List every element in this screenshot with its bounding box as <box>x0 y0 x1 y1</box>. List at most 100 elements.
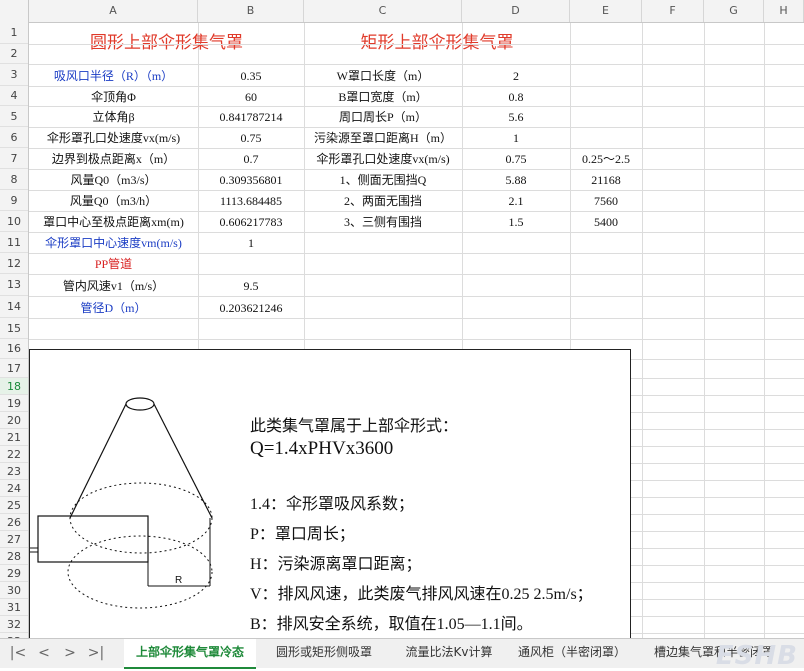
rect-param-label[interactable]: 伞形罩孔口处速度vx(m/s) <box>304 149 462 170</box>
round-param-label[interactable]: 风量Q0（m3/h） <box>29 191 198 212</box>
rect-param-value[interactable]: 2.1 <box>462 191 570 212</box>
row-header-26[interactable]: 26 <box>0 514 28 531</box>
round-param-label[interactable]: 伞顶角Φ <box>29 87 198 107</box>
row-header-6[interactable]: 6 <box>0 127 28 148</box>
rect-param-label[interactable]: 3、三侧有围挡 <box>304 212 462 233</box>
row-header-29[interactable]: 29 <box>0 565 28 582</box>
round-param-value[interactable]: 0.7 <box>198 149 304 170</box>
rect-param-label[interactable]: W罩口长度（m） <box>304 65 462 87</box>
row-header-2[interactable]: 2 <box>0 44 28 64</box>
column-header-h[interactable]: H <box>764 0 804 22</box>
row-header-30[interactable]: 30 <box>0 582 28 599</box>
round-param-label[interactable]: 风量Q0（m3/s） <box>29 170 198 191</box>
row-header-16[interactable]: 16 <box>0 339 28 359</box>
row-header-25[interactable]: 25 <box>0 497 28 514</box>
column-header-a[interactable]: A <box>29 0 198 22</box>
row-header-28[interactable]: 28 <box>0 548 28 565</box>
round-param-label[interactable]: 管径D（m） <box>29 297 198 319</box>
column-header-b[interactable]: B <box>198 0 304 22</box>
row-header-27[interactable]: 27 <box>0 531 28 548</box>
round-param-label[interactable]: 管内风速v1（m/s） <box>29 275 198 297</box>
round-param-label[interactable]: 边界到极点距离x（m） <box>29 149 198 170</box>
row-header-12[interactable]: 12 <box>0 253 28 274</box>
round-param-value[interactable]: 1 <box>198 233 304 254</box>
rect-param-value[interactable]: 1.5 <box>462 212 570 233</box>
row-header-20[interactable]: 20 <box>0 412 28 429</box>
column-header-c[interactable]: C <box>304 0 462 22</box>
row-header-5[interactable]: 5 <box>0 106 28 127</box>
round-param-value[interactable]: 0.309356801 <box>198 170 304 191</box>
round-param-value[interactable]: 60 <box>198 87 304 107</box>
round-param-value[interactable]: 0.841787214 <box>198 107 304 128</box>
rect-param-label[interactable]: B罩口宽度（m） <box>304 87 462 107</box>
column-header-e[interactable]: E <box>570 0 642 22</box>
row-header-18[interactable]: 18 <box>0 378 28 395</box>
round-param-label[interactable]: 伞形罩孔口处速度vx(m/s) <box>29 128 198 149</box>
sheet-tab[interactable]: 通风柜（半密闭罩） <box>512 639 632 667</box>
sheet-tab[interactable]: 流量比法Kv计算 <box>390 639 508 667</box>
first-sheet-icon[interactable]: |< <box>8 643 28 663</box>
round-param-label[interactable]: 立体角β <box>29 107 198 128</box>
row-header-3[interactable]: 3 <box>0 64 28 86</box>
select-all-corner[interactable] <box>0 0 29 22</box>
sheet-tab[interactable]: 圆形或矩形侧吸罩 <box>262 639 386 667</box>
hood-diagram-image[interactable]: R 此类集气罩属于上部伞形式： Q=1.4xPHVx3600 1.4：伞形罩吸风… <box>29 349 631 639</box>
rect-param-value[interactable]: 0.8 <box>462 87 570 107</box>
column-header-g[interactable]: G <box>704 0 764 22</box>
row-header-8[interactable]: 8 <box>0 169 28 190</box>
row-header-7[interactable]: 7 <box>0 148 28 169</box>
round-param-value[interactable] <box>198 254 304 275</box>
round-hood-title[interactable]: 圆形上部伞形集气罩 <box>29 29 304 57</box>
row-header-13[interactable]: 13 <box>0 274 28 296</box>
row-header-23[interactable]: 23 <box>0 463 28 480</box>
rect-param-label[interactable]: 2、两面无围挡 <box>304 191 462 212</box>
rect-param-extra[interactable] <box>570 87 642 107</box>
row-header-21[interactable]: 21 <box>0 429 28 446</box>
row-header-11[interactable]: 11 <box>0 232 28 253</box>
prev-sheet-icon[interactable]: < <box>34 643 54 663</box>
rect-param-label[interactable]: 周口周长P（m） <box>304 107 462 128</box>
row-header-9[interactable]: 9 <box>0 190 28 211</box>
next-sheet-icon[interactable]: > <box>60 643 80 663</box>
rect-param-extra[interactable]: 7560 <box>570 191 642 212</box>
row-header-19[interactable]: 19 <box>0 395 28 412</box>
rect-param-value[interactable]: 0.75 <box>462 149 570 170</box>
rect-param-extra[interactable] <box>570 107 642 128</box>
last-sheet-icon[interactable]: >| <box>86 643 106 663</box>
column-header-f[interactable]: F <box>642 0 704 22</box>
row-header-1[interactable]: 1 <box>0 22 28 44</box>
sheet-tab-active[interactable]: 上部伞形集气罩冷态 <box>124 639 256 669</box>
rect-param-extra[interactable]: 5400 <box>570 212 642 233</box>
round-param-label[interactable]: PP管道 <box>29 254 198 275</box>
rect-param-extra[interactable] <box>570 128 642 149</box>
rect-param-label[interactable]: 污染源至罩口距离H（m） <box>304 128 462 149</box>
row-header-15[interactable]: 15 <box>0 318 28 339</box>
round-param-label[interactable]: 罩口中心至极点距离xm(m) <box>29 212 198 233</box>
rect-param-value[interactable]: 5.88 <box>462 170 570 191</box>
round-param-value[interactable]: 0.75 <box>198 128 304 149</box>
row-header-14[interactable]: 14 <box>0 296 28 318</box>
rect-param-extra[interactable]: 0.25～2.5 <box>570 149 642 170</box>
rect-param-extra[interactable]: 21168 <box>570 170 642 191</box>
row-header-24[interactable]: 24 <box>0 480 28 497</box>
row-header-22[interactable]: 22 <box>0 446 28 463</box>
row-header-32[interactable]: 32 <box>0 616 28 633</box>
rect-param-label[interactable]: 1、侧面无围挡Q <box>304 170 462 191</box>
round-param-value[interactable]: 9.5 <box>198 275 304 297</box>
rect-hood-title[interactable]: 矩形上部伞形集气罩 <box>304 29 570 57</box>
row-header-31[interactable]: 31 <box>0 599 28 616</box>
row-header-4[interactable]: 4 <box>0 86 28 106</box>
column-header-d[interactable]: D <box>462 0 570 22</box>
rect-param-value[interactable]: 5.6 <box>462 107 570 128</box>
round-param-label[interactable]: 吸风口半径（R）（m） <box>29 65 198 87</box>
round-param-value[interactable]: 0.35 <box>198 65 304 87</box>
row-header-10[interactable]: 10 <box>0 211 28 232</box>
round-param-value[interactable]: 0.606217783 <box>198 212 304 233</box>
rect-param-value[interactable]: 1 <box>462 128 570 149</box>
round-param-label[interactable]: 伞形罩口中心速度vm(m/s) <box>29 233 198 254</box>
round-param-value[interactable]: 1113.684485 <box>198 191 304 212</box>
row-header-17[interactable]: 17 <box>0 359 28 378</box>
round-param-value[interactable]: 0.203621246 <box>198 297 304 319</box>
rect-param-extra[interactable] <box>570 65 642 87</box>
rect-param-value[interactable]: 2 <box>462 65 570 87</box>
